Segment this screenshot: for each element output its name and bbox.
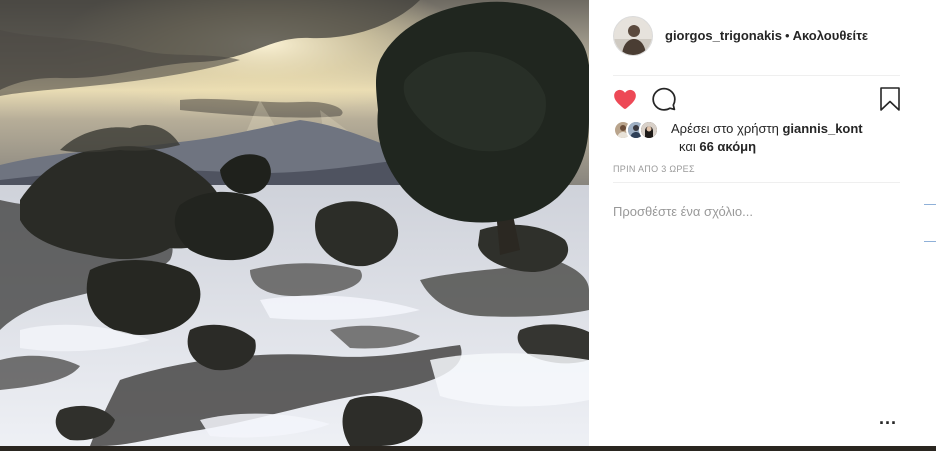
save-button[interactable]	[878, 86, 902, 112]
page-backdrop-corner	[924, 446, 936, 451]
likes-and: και	[679, 139, 700, 154]
follow-status-button[interactable]: Ακολουθείτε	[793, 28, 869, 43]
liker-username-link[interactable]: giannis_kont	[782, 121, 862, 136]
post-side-panel: giorgos_trigonakis • Ακολουθείτε Αρέσει στ…	[589, 0, 924, 446]
profile-picture	[614, 17, 652, 55]
avatar[interactable]	[613, 16, 653, 56]
post-header: giorgos_trigonakis • Ακολουθείτε	[589, 0, 924, 75]
likes-others-link[interactable]: 66 ακόμη	[699, 139, 756, 154]
comment-icon	[652, 87, 676, 111]
separator-dot: •	[785, 28, 790, 43]
post-timestamp[interactable]: ΠΡΙΝ ΑΠΟ 3 ΩΡΕΣ	[613, 164, 695, 174]
post-photo[interactable]	[0, 0, 589, 446]
more-options-icon: ...	[879, 408, 898, 428]
more-options-button[interactable]: ...	[879, 409, 901, 430]
header-text: giorgos_trigonakis • Ακολουθείτε	[665, 28, 868, 44]
divider	[613, 182, 900, 183]
bookmark-icon	[880, 87, 900, 111]
page-backdrop	[0, 446, 936, 451]
likes-prefix: Αρέσει στο χρήστη	[671, 121, 783, 136]
heart-icon	[614, 89, 636, 109]
likers-avatars[interactable]	[613, 120, 663, 140]
landscape-image	[0, 0, 589, 446]
comment-button[interactable]	[651, 86, 677, 112]
like-button[interactable]	[612, 86, 638, 112]
liker-avatar	[639, 120, 659, 140]
page-backdrop-edge	[924, 204, 936, 242]
username-link[interactable]: giorgos_trigonakis	[665, 28, 782, 43]
divider	[613, 75, 900, 76]
likes-summary: Αρέσει στο χρήστη giannis_kont	[671, 121, 863, 137]
comment-input[interactable]	[613, 196, 900, 226]
likes-summary-more: και 66 ακόμη	[679, 139, 756, 155]
